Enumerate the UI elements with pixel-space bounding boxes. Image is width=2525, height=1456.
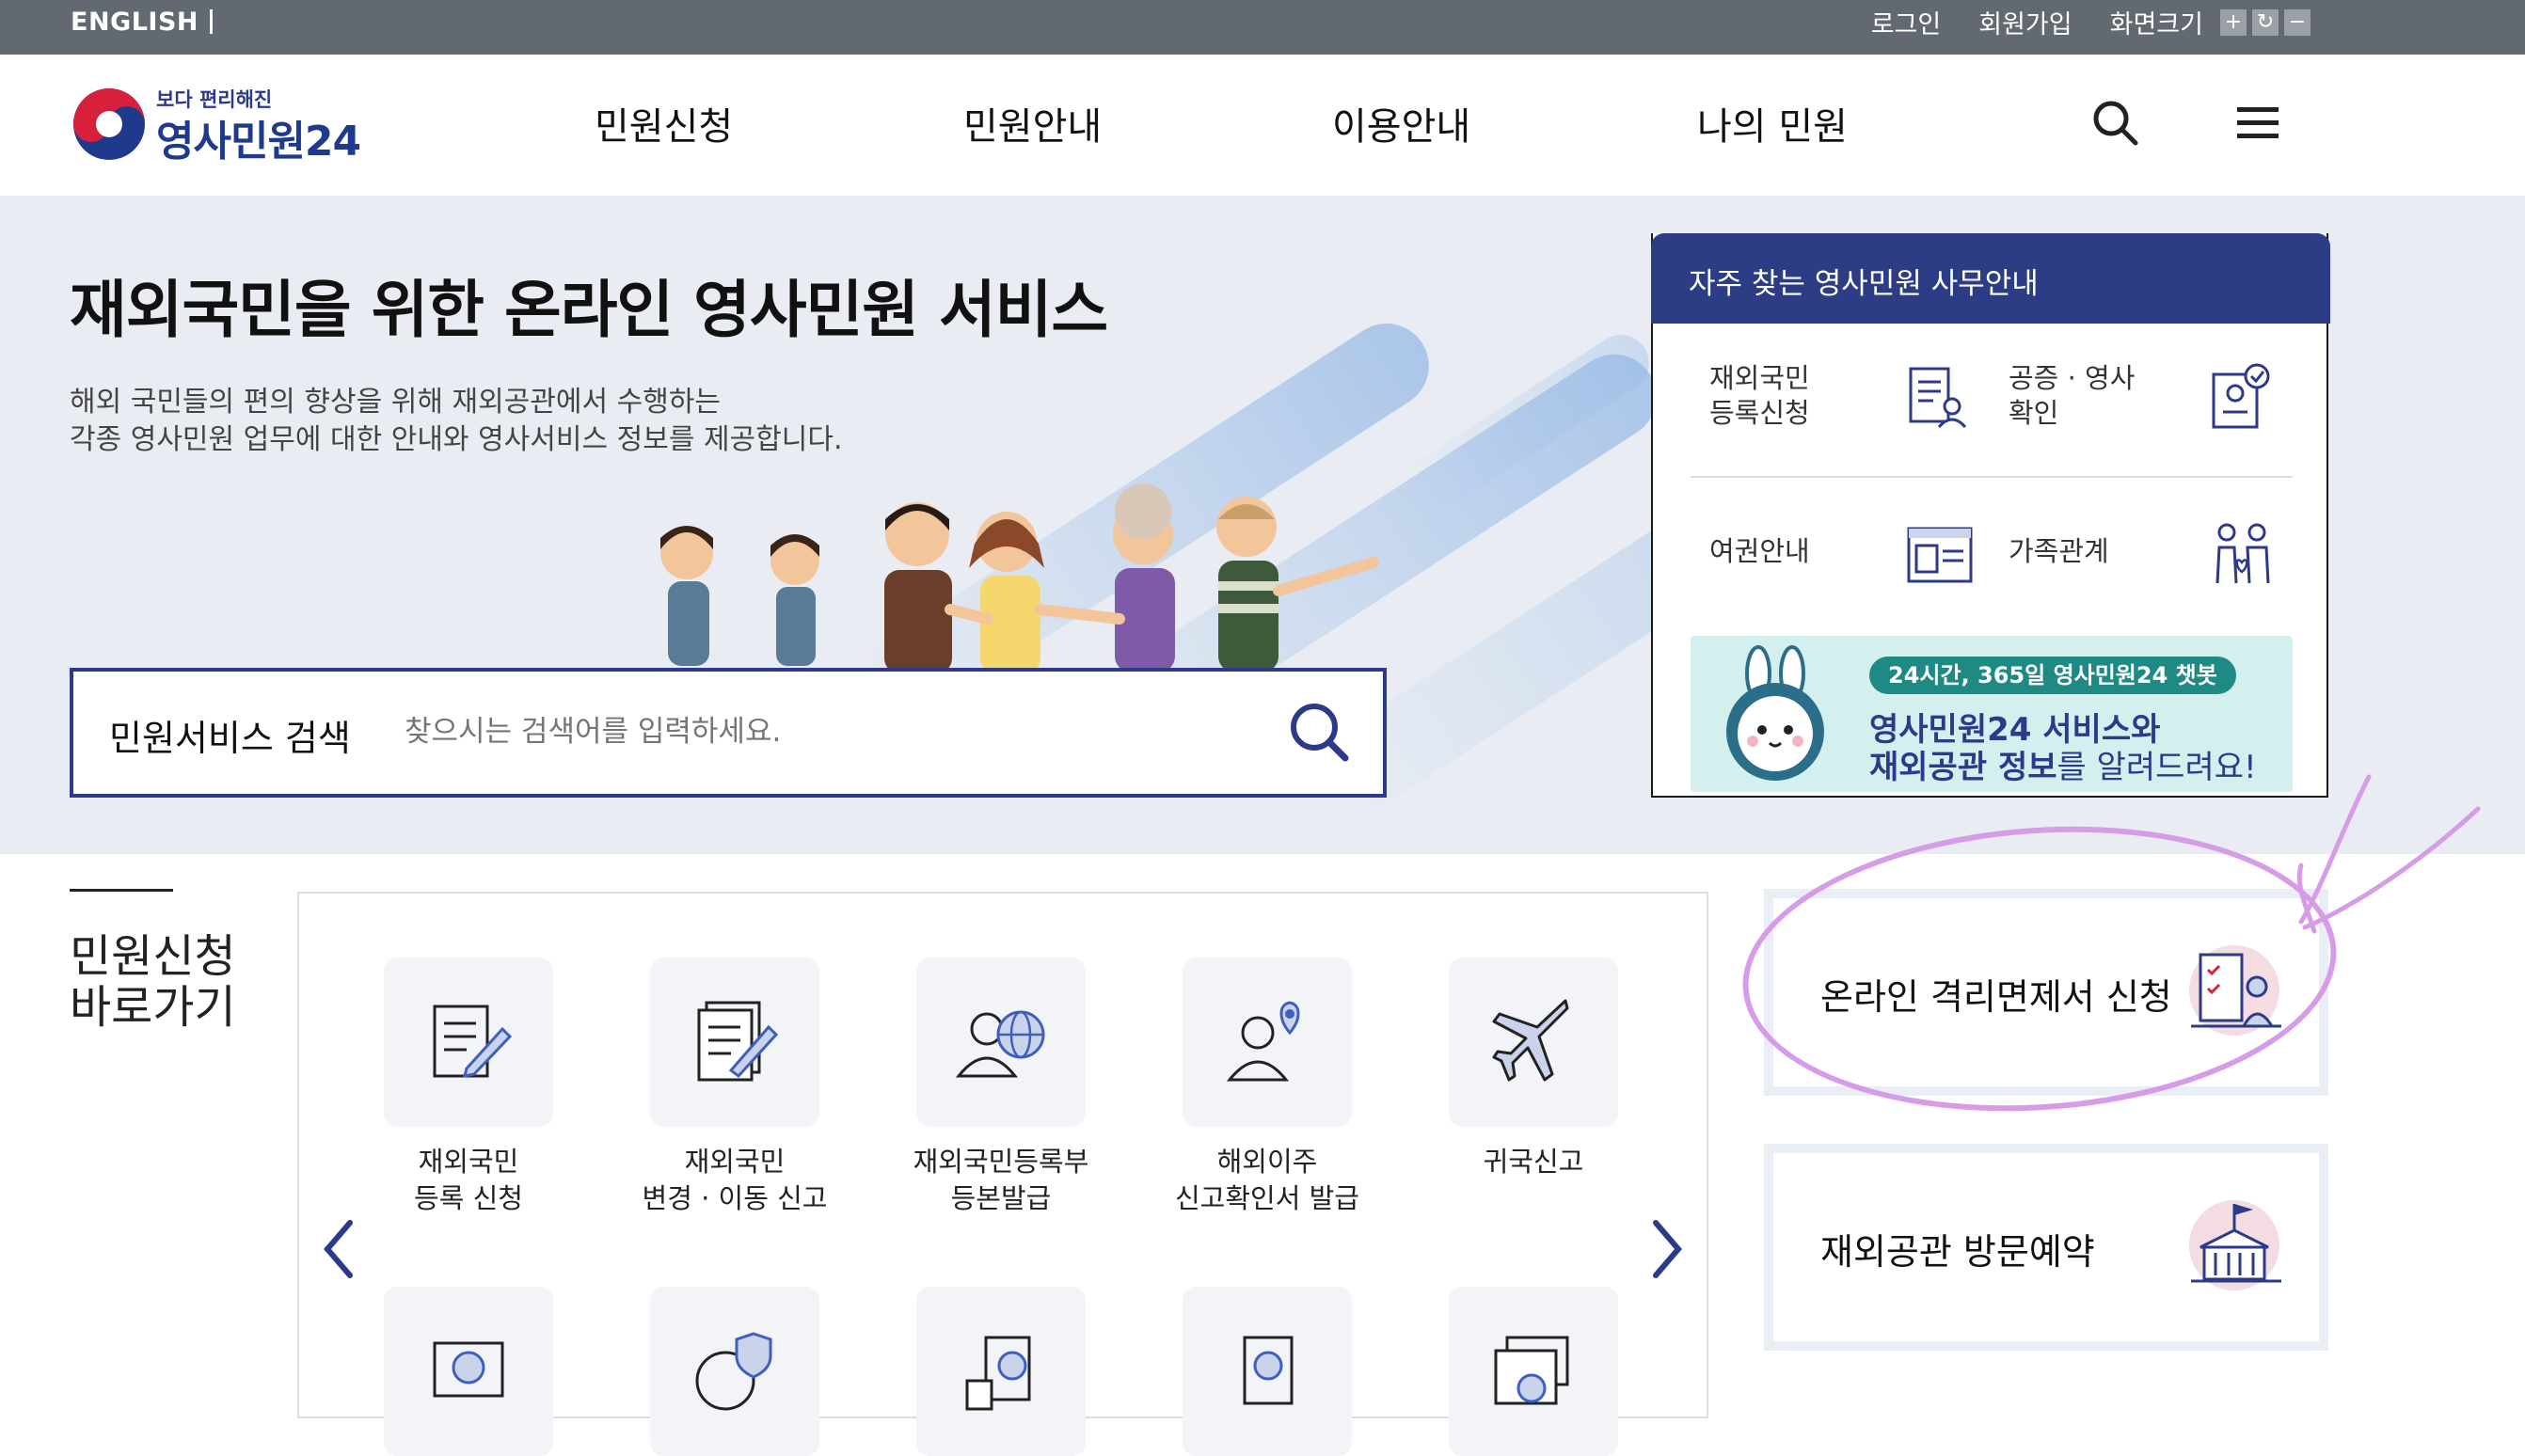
faq-panel: 자주 찾는 영사민원 사무안내 재외국민 등록신청 공증 · 영사 확인 여권안내 … (1651, 233, 2330, 798)
quick-link-item[interactable] (916, 1287, 1086, 1456)
quick-link-label: 해외이주 신고확인서 발급 (1175, 1146, 1359, 1214)
service-search-box: 민원서비스 검색 (70, 668, 1387, 798)
family-icon (2215, 523, 2270, 584)
checkmark-annotation (2296, 774, 2481, 934)
faq-divider (1691, 476, 2293, 478)
quick-link-register[interactable] (384, 957, 553, 1127)
people-illustration (660, 483, 1379, 673)
taegeuk-emblem-icon (73, 88, 145, 160)
promo-embassy-visit[interactable]: 재외공관 방문예약 (1764, 1144, 2328, 1351)
quick-link-return[interactable] (1449, 957, 1618, 1127)
certificate-check-icon (2212, 363, 2270, 429)
faq-title: 자주 찾는 영사민원 사무안내 (1651, 233, 2330, 324)
screen-size-label: 화면크기 (2109, 10, 2203, 40)
nav-item-my[interactable]: 나의 민원 (1697, 96, 1848, 150)
search-input[interactable] (405, 715, 1157, 749)
zoom-controls: + ↻ − (2215, 8, 2311, 36)
chatbot-pill: 24시간, 365일 영사민원24 챗봇 (1869, 657, 2236, 694)
main-header: 보다 편리해진 영사민원24 민원신청 민원안내 이용안내 나의 민원 (0, 55, 2525, 196)
login-link[interactable]: 로그인 (1871, 4, 1942, 40)
search-submit-icon[interactable] (1285, 698, 1355, 768)
quick-link-emigration[interactable] (1183, 957, 1352, 1127)
quick-links-title: 민원신청 바로가기 (70, 930, 236, 1034)
quick-link-item[interactable] (1183, 1287, 1352, 1456)
document-person-icon (1909, 367, 1967, 429)
windows-globe-icon (1494, 1336, 1569, 1405)
search-icon[interactable] (2090, 98, 2141, 149)
chatbot-line2: 재외공관 정보를 알려드려요! (1869, 749, 2257, 786)
quick-link-label: 귀국신고 (1483, 1146, 1584, 1178)
quick-link-label: 재외국민등록부 등본발급 (913, 1146, 1089, 1214)
quick-link-item[interactable] (650, 1287, 819, 1456)
airplane-icon (1492, 999, 1569, 1082)
quick-link-certificate[interactable] (916, 957, 1086, 1127)
passport-icon (1907, 527, 1973, 583)
section-rule (70, 889, 173, 892)
faq-item-notary[interactable]: 공증 · 영사 확인 (2009, 361, 2135, 431)
passport-globe-icon (1243, 1336, 1294, 1405)
faq-item-family[interactable]: 가족관계 (2009, 534, 2109, 569)
quick-link-label: 재외국민 등록 신청 (414, 1146, 523, 1214)
english-link[interactable]: ENGLISH (71, 8, 213, 37)
menu-icon[interactable] (2235, 98, 2282, 149)
zoom-reset-button[interactable]: ↻ (2252, 8, 2279, 36)
zoom-out-button[interactable]: − (2284, 8, 2311, 36)
faq-item-passport[interactable]: 여권안내 (1709, 534, 1810, 569)
logo-name: 영사민원24 (156, 118, 361, 166)
person-location-icon (1226, 1001, 1300, 1082)
rabbit-mascot-icon (1726, 645, 1824, 781)
document-pen-icon (433, 1005, 513, 1078)
carousel-prev-icon[interactable] (320, 1219, 357, 1279)
embassy-building-icon (2189, 1200, 2281, 1290)
faq-item-registration[interactable]: 재외국민 등록신청 (1709, 361, 1810, 431)
document-edit-icon (697, 1001, 779, 1082)
carousel-next-icon[interactable] (1648, 1219, 1686, 1279)
monitor-globe-icon (433, 1341, 504, 1398)
quick-link-label: 재외국민 변경 · 이동 신고 (642, 1146, 828, 1214)
quick-link-item[interactable] (384, 1287, 553, 1456)
zoom-in-button[interactable]: + (2220, 8, 2247, 36)
nav-item-apply[interactable]: 민원신청 (595, 96, 733, 150)
promo-label: 재외공관 방문예약 (1820, 1231, 2095, 1273)
person-globe-icon (955, 1010, 1045, 1078)
quick-link-change[interactable] (650, 957, 819, 1127)
search-label: 민원서비스 검색 (109, 718, 351, 759)
document-globe-icon (965, 1336, 1031, 1411)
nav-item-usage[interactable]: 이용안내 (1332, 96, 1470, 150)
nav-item-guide[interactable]: 민원안내 (963, 96, 1102, 150)
globe-shield-icon (695, 1332, 772, 1411)
hero-description: 해외 국민들의 편의 향상을 위해 재외공관에서 수행하는 각종 영사민원 업무… (70, 386, 843, 456)
chatbot-banner[interactable]: 24시간, 365일 영사민원24 챗봇 영사민원24 서비스와 재외공관 정보… (1691, 636, 2293, 792)
signup-link[interactable]: 회원가입 (1978, 4, 2072, 40)
quick-link-item[interactable] (1449, 1287, 1618, 1456)
hero-title: 재외국민을 위한 온라인 영사민원 서비스 (70, 274, 1108, 346)
utility-menu: 로그인 회원가입 화면크기 + ↻ − (1834, 4, 2311, 40)
top-utility-bar: ENGLISH 로그인 회원가입 화면크기 + ↻ − (0, 0, 2525, 55)
site-logo[interactable]: 보다 편리해진 영사민원24 (70, 81, 371, 171)
